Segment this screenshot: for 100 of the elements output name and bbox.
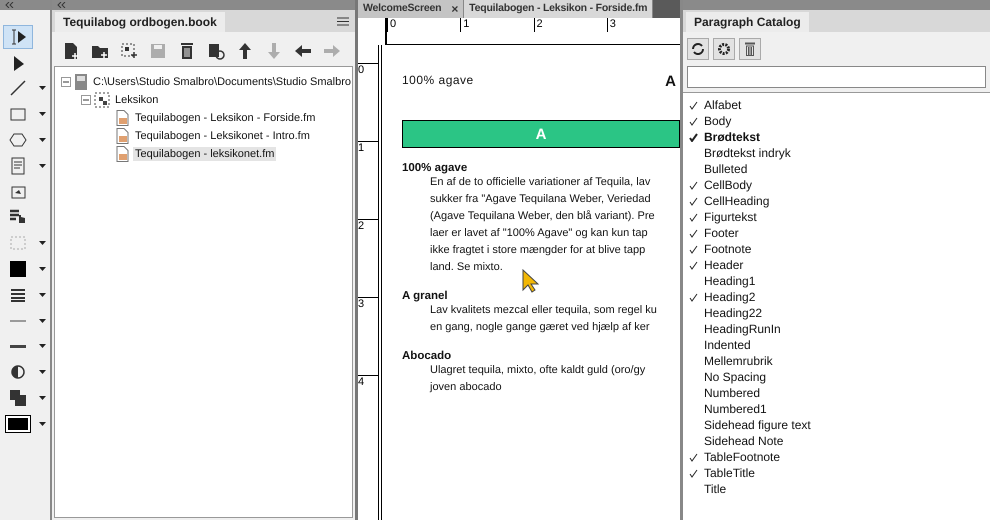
trash-icon (744, 42, 756, 56)
style-item[interactable]: Heading22 (704, 306, 762, 320)
panel-tab[interactable]: Tequilabog ordbogen.book (55, 12, 225, 32)
caret-icon[interactable] (39, 86, 46, 90)
tree-item[interactable]: Leksikon (113, 93, 160, 107)
trash-icon (178, 42, 196, 60)
thin-line-icon (10, 320, 26, 322)
style-item[interactable]: Title (704, 482, 726, 496)
panel-tab[interactable]: Paragraph Catalog (686, 12, 809, 32)
style-item[interactable]: No Spacing (704, 370, 766, 384)
body-text-line: Ulagret tequila, mixto, ofte kaldt guld (oro/gy (430, 363, 646, 378)
close-icon[interactable]: × (451, 2, 458, 16)
overlap-icon (9, 389, 27, 408)
ruler-number: 4 (358, 375, 378, 453)
ruler-number: 0 (358, 63, 378, 141)
style-item[interactable]: Bulleted (704, 162, 748, 176)
contrast-icon (9, 363, 27, 382)
style-item[interactable]: TableFootnote (704, 450, 780, 464)
style-item[interactable]: Heading2 (704, 290, 756, 304)
book-icon (74, 74, 88, 90)
caret-icon[interactable] (39, 422, 46, 426)
style-item[interactable]: Footnote (704, 242, 752, 256)
add-file-icon (62, 42, 80, 60)
refresh-icon (691, 42, 705, 56)
right-arrow-icon (323, 42, 341, 60)
caret-icon[interactable] (39, 396, 46, 400)
body-text-line: laer er lavet af "100% Agave" og kan kun tap (430, 226, 648, 241)
document-icon (114, 128, 130, 144)
save-icon (149, 42, 167, 60)
entry-term: A granel (402, 290, 448, 302)
caret-icon[interactable] (39, 241, 46, 246)
style-item[interactable]: Footer (704, 226, 739, 240)
header-letter: A (665, 73, 676, 90)
collapse-panel-icon[interactable] (57, 2, 66, 8)
thick-line-icon (10, 344, 26, 348)
letter-banner: A (402, 120, 680, 148)
ruler-number: 1 (358, 141, 378, 219)
body-text-line: En af de to officielle variationer af Tequila, lav (430, 175, 650, 190)
entry-term: 100% agave (402, 162, 468, 174)
style-item[interactable]: CellBody (704, 178, 752, 192)
collapse-icon[interactable] (61, 77, 71, 87)
style-item[interactable]: Brødtekst (704, 130, 760, 144)
style-item[interactable]: Numbered (704, 386, 760, 400)
tree-item[interactable]: Tequilabogen - leksikonet.fm (133, 147, 276, 161)
tree-item[interactable]: Tequilabogen - Leksikonet - Intro.fm (133, 129, 312, 143)
style-item[interactable]: Header (704, 258, 744, 272)
update-icon (207, 42, 225, 60)
caret-icon[interactable] (39, 267, 46, 272)
body-text-line: ikke fragtet i store mængder for at blive tapp (430, 243, 646, 258)
caret-icon[interactable] (39, 370, 46, 374)
style-item[interactable]: Body (704, 114, 732, 128)
style-item[interactable]: Numbered1 (704, 402, 767, 416)
caret-icon[interactable] (39, 138, 46, 142)
document-icon (114, 146, 130, 162)
style-item[interactable]: Brødtekst indryk (704, 146, 791, 160)
body-text-line: (Agave Tequilana Weber, den blå variant). Pre (430, 209, 655, 224)
body-text-line: Lav kvalitets mezcal eller tequila, som regel ku (430, 303, 657, 318)
ruler-number: 3 (358, 297, 378, 375)
tree-item[interactable]: C:\Users\Studio Smalbro\Documents\Studio Smalbro (91, 75, 352, 89)
style-item[interactable]: TableTitle (704, 466, 755, 480)
ruler-number: 2 (534, 18, 607, 32)
ruler-number: 0 (387, 18, 460, 32)
caret-icon[interactable] (39, 318, 46, 323)
collapse-icon[interactable] (81, 95, 91, 105)
line-icon (9, 79, 27, 98)
collapse-panel-icon[interactable] (5, 2, 14, 8)
add-group-icon (120, 42, 138, 60)
menu-icon[interactable] (337, 17, 349, 26)
tree-item[interactable]: Tequilabogen - Leksikon - Forside.fm (133, 111, 318, 125)
caret-icon[interactable] (39, 164, 46, 168)
style-item[interactable]: Figurtekst (704, 210, 757, 224)
style-item[interactable]: HeadingRunIn (704, 322, 781, 336)
style-item[interactable]: Heading1 (704, 274, 756, 288)
style-item[interactable]: Sidehead figure text (704, 418, 811, 432)
settings-button[interactable] (713, 38, 735, 60)
body-text-line: joven abocado (430, 380, 502, 395)
text-select-icon (9, 28, 27, 46)
style-item[interactable]: Alfabet (704, 98, 742, 112)
document-tab[interactable]: Tequilabogen - Leksikon - Forside.fm (464, 0, 654, 18)
tool-button[interactable] (3, 24, 33, 49)
search-field[interactable] (687, 66, 986, 88)
refresh-button[interactable] (687, 38, 709, 60)
style-item[interactable]: Mellemrubrik (704, 354, 773, 368)
caret-icon[interactable] (39, 112, 46, 116)
style-item[interactable]: Sidehead Note (704, 434, 784, 448)
caret-icon[interactable] (39, 292, 46, 297)
hexagon-icon (9, 131, 27, 150)
caret-icon[interactable] (39, 344, 46, 348)
document-tab[interactable]: WelcomeScreen × (358, 0, 464, 18)
mouse-cursor-icon (522, 269, 540, 293)
text-frame-icon (9, 156, 27, 175)
up-arrow-icon (236, 42, 254, 60)
delete-button[interactable] (739, 38, 761, 60)
style-item[interactable]: CellHeading (704, 194, 770, 208)
dotted-frame-icon (9, 234, 27, 252)
left-arrow-icon (294, 42, 312, 60)
style-item[interactable]: Indented (704, 338, 751, 352)
body-text-line: sukker fra "Agave Tequilana Weber, Veriedad (430, 192, 651, 207)
body-text-line: en gang, nogle gange gæret ved hjælp af ker (430, 320, 650, 335)
document-icon (114, 110, 130, 126)
